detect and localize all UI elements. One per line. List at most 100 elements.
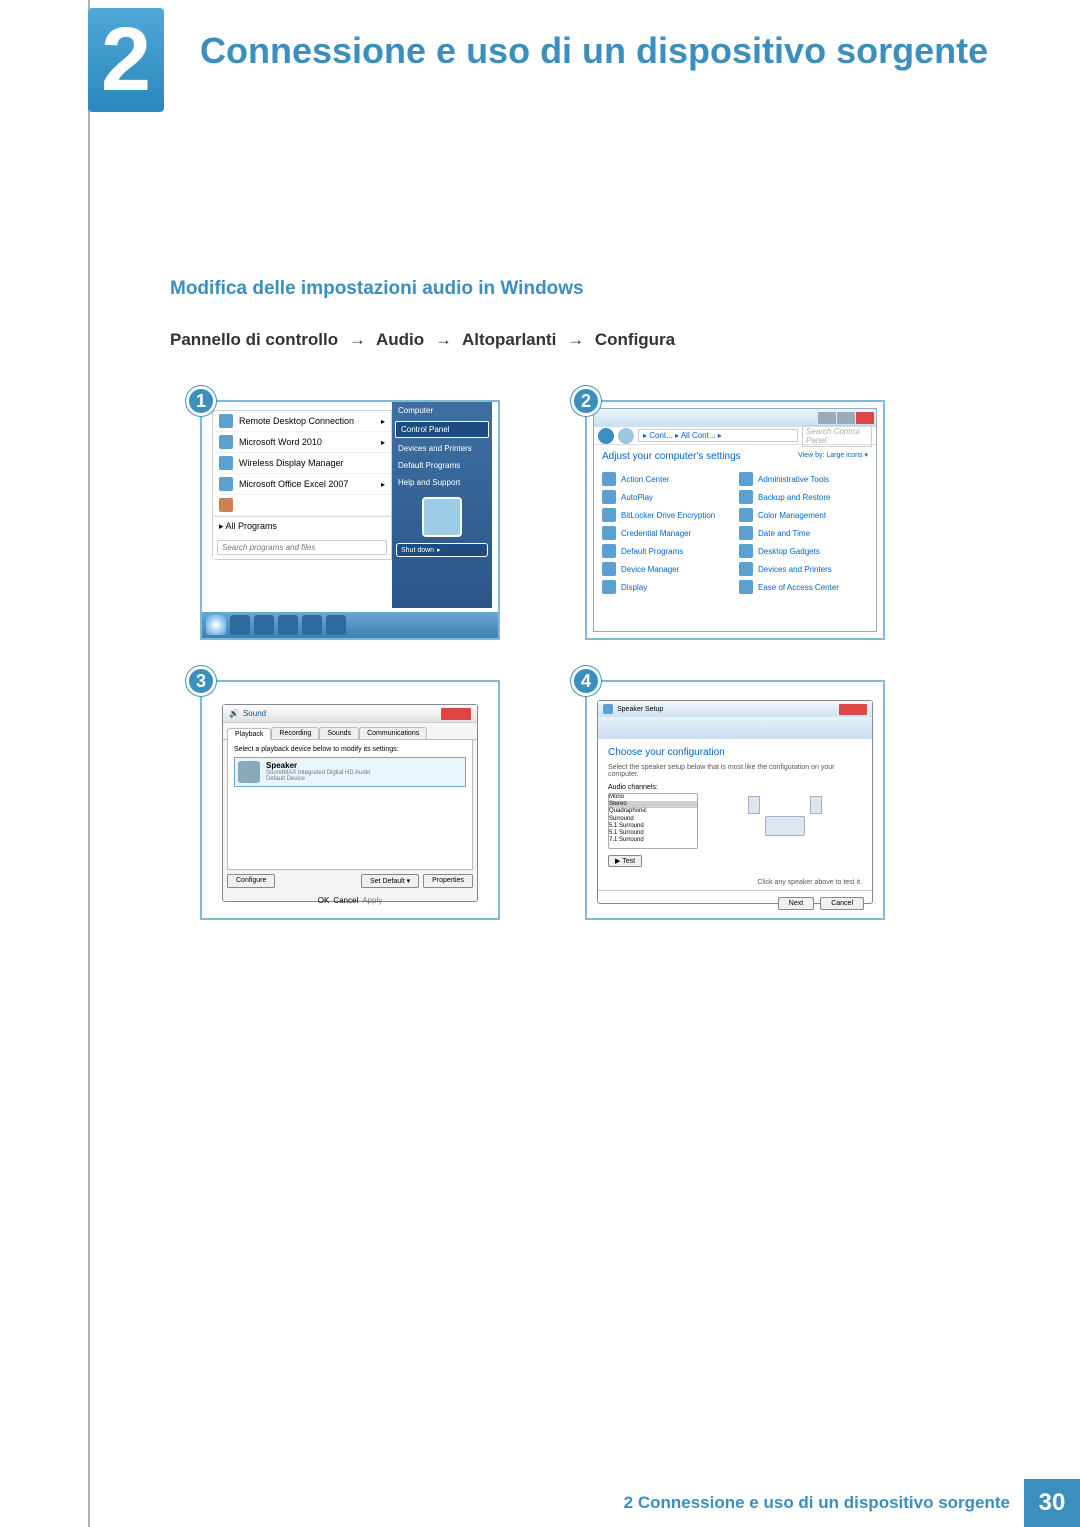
tab-communications[interactable]: Communications <box>359 727 427 739</box>
start-menu-item[interactable]: Wireless Display Manager <box>213 453 391 474</box>
view-by-dropdown[interactable]: View by: Large icons ▾ <box>798 451 868 462</box>
speaker-setup-dialog: Speaker Setup Choose your configuration … <box>597 700 873 904</box>
chevron-right-icon: ▸ <box>381 417 385 426</box>
cp-item-label: Color Management <box>758 511 826 520</box>
properties-button[interactable]: Properties <box>423 874 473 888</box>
wizard-description: Select the speaker setup below that is m… <box>608 764 862 778</box>
start-menu-item[interactable]: Microsoft Office Excel 2007▸ <box>213 474 391 495</box>
start-orb-icon[interactable] <box>206 615 226 635</box>
step-badge: 2 <box>571 386 601 416</box>
audio-channels-list[interactable]: Mono Stereo Quadraphonic Surround 5.1 Su… <box>608 793 698 849</box>
cp-item-label: Backup and Restore <box>758 493 831 502</box>
cp-item[interactable]: Device Manager <box>602 560 731 578</box>
taskbar-button[interactable] <box>326 615 346 635</box>
screenshot-step-4: 4 Speaker Setup Choose your configuratio… <box>585 680 900 920</box>
chevron-right-icon: ▸ <box>381 480 385 489</box>
arrow-icon: → <box>435 330 452 349</box>
cancel-button[interactable]: Cancel <box>333 896 358 905</box>
speaker-icon: 🔊 <box>229 709 239 718</box>
speaker-icon <box>603 704 613 714</box>
ok-button[interactable]: OK <box>318 896 330 905</box>
test-button[interactable]: ▶ Test <box>608 855 642 867</box>
search-input[interactable]: Search Control Panel <box>802 425 872 447</box>
forward-icon[interactable] <box>618 428 634 444</box>
cp-item-label: Desktop Gadgets <box>758 547 820 556</box>
taskbar-button[interactable] <box>278 615 298 635</box>
start-menu-item[interactable]: Microsoft Word 2010▸ <box>213 432 391 453</box>
cp-item[interactable]: Display <box>602 578 731 596</box>
cp-item[interactable]: Desktop Gadgets <box>739 542 868 560</box>
maximize-icon[interactable] <box>837 412 855 424</box>
cp-item[interactable]: Date and Time <box>739 524 868 542</box>
address-path[interactable]: ▸ Cont... ▸ All Cont... ▸ <box>638 429 798 442</box>
close-icon[interactable] <box>856 412 874 424</box>
apply-button[interactable]: Apply <box>362 896 382 905</box>
tab-sounds[interactable]: Sounds <box>319 727 359 739</box>
cp-item[interactable]: Color Management <box>739 506 868 524</box>
screenshot-step-3: 3 🔊 Sound Playback Recording Sounds Comm… <box>200 680 515 920</box>
cp-item[interactable]: Backup and Restore <box>739 488 868 506</box>
safe-icon <box>602 526 616 540</box>
page-footer: 2 Connessione e uso di un dispositivo so… <box>88 1479 1080 1527</box>
start-right-item[interactable]: Help and Support <box>392 474 492 491</box>
back-icon[interactable] <box>598 428 614 444</box>
start-search-input[interactable] <box>217 540 387 555</box>
backup-icon <box>739 490 753 504</box>
app-icon <box>219 498 233 512</box>
taskbar-button[interactable] <box>302 615 322 635</box>
cp-item-label: BitLocker Drive Encryption <box>621 511 715 520</box>
cp-item[interactable]: Credential Manager <box>602 524 731 542</box>
screenshot-step-2: 2 ▸ Cont... ▸ All Cont... ▸ Search Contr… <box>585 400 900 640</box>
start-right-item[interactable]: Computer <box>392 402 492 419</box>
cp-item-label: Default Programs <box>621 547 683 556</box>
footer-chapter-title: 2 Connessione e uso di un dispositivo so… <box>624 1493 1010 1513</box>
tab-playback[interactable]: Playback <box>227 728 271 740</box>
wizard-banner <box>598 717 872 739</box>
programs-icon <box>602 544 616 558</box>
dialog-toolbar: Configure Set Default ▾ Properties <box>223 870 477 892</box>
all-programs[interactable]: ▸ All Programs <box>213 516 391 536</box>
cp-item[interactable]: Default Programs <box>602 542 731 560</box>
window-titlebar: 🔊 Sound <box>223 705 477 723</box>
start-right-item-selected[interactable]: Control Panel <box>395 421 489 438</box>
speaker-device-icon <box>238 761 260 783</box>
set-default-button[interactable]: Set Default ▾ <box>361 874 419 888</box>
chapter-title: Connessione e uso di un dispositivo sorg… <box>200 30 988 72</box>
taskbar-button[interactable] <box>254 615 274 635</box>
configure-button[interactable]: Configure <box>227 874 275 888</box>
cp-item[interactable]: Devices and Printers <box>739 560 868 578</box>
cancel-button[interactable]: Cancel <box>820 897 864 910</box>
start-right-item[interactable]: Default Programs <box>392 457 492 474</box>
cp-item[interactable]: Action Center <box>602 470 731 488</box>
tab-recording[interactable]: Recording <box>271 727 319 739</box>
next-button[interactable]: Next <box>778 897 814 910</box>
speaker-right-icon[interactable] <box>810 796 822 814</box>
wizard-footer: Next Cancel <box>598 890 872 916</box>
chevron-right-icon: ▸ <box>381 438 385 447</box>
start-menu-item[interactable]: Remote Desktop Connection▸ <box>213 411 391 432</box>
close-icon[interactable] <box>441 708 471 720</box>
start-menu-item[interactable] <box>213 495 391 516</box>
cp-item[interactable]: Administrative Tools <box>739 470 868 488</box>
cp-item-label: Display <box>621 583 647 592</box>
user-avatar <box>422 497 462 537</box>
close-icon[interactable] <box>839 704 867 715</box>
breadcrumb-part: Audio <box>376 330 424 349</box>
minimize-icon[interactable] <box>818 412 836 424</box>
playback-list: Select a playback device below to modify… <box>227 740 473 870</box>
cp-item[interactable]: AutoPlay <box>602 488 731 506</box>
dialog-title: Speaker Setup <box>617 706 663 713</box>
start-right-item[interactable]: Devices and Printers <box>392 440 492 457</box>
app-icon <box>219 435 233 449</box>
speaker-left-icon[interactable] <box>748 796 760 814</box>
cd-icon <box>602 490 616 504</box>
shutdown-button[interactable]: Shut down▸ <box>396 543 488 557</box>
cp-item-label: AutoPlay <box>621 493 653 502</box>
screenshot-step-1: 1 Remote Desktop Connection▸ Microsoft W… <box>200 400 515 640</box>
start-search[interactable] <box>213 536 391 559</box>
chapter-number-badge: 2 <box>88 8 164 112</box>
playback-device[interactable]: Speaker SoundMAX Integrated Digital HD A… <box>234 757 466 787</box>
taskbar-button[interactable] <box>230 615 250 635</box>
cp-item[interactable]: Ease of Access Center <box>739 578 868 596</box>
cp-item[interactable]: BitLocker Drive Encryption <box>602 506 731 524</box>
